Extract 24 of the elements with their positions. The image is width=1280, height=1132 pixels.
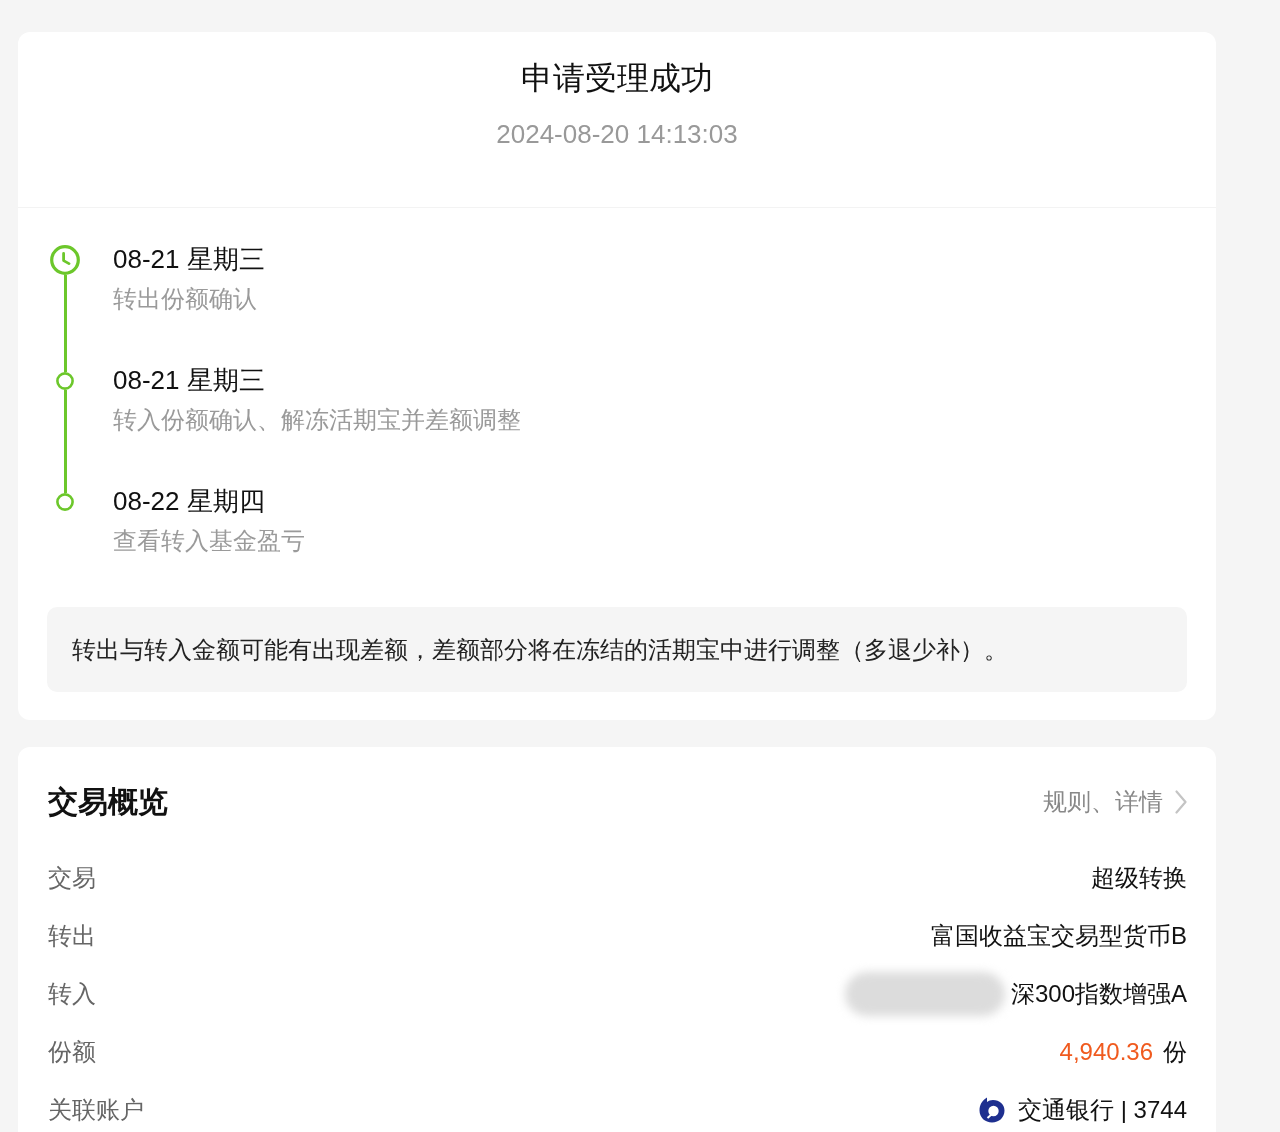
step-date: 08-21 星期三 [113,243,265,276]
status-title: 申请受理成功 [521,59,713,98]
section-title: 交易概览 [48,784,168,820]
linked-account: 交通银行 | 3744 [1018,1095,1187,1125]
field-label: 份额 [48,1037,96,1067]
rules-details-link[interactable]: 规则、详情 [1043,786,1187,818]
chevron-right-icon [1175,790,1187,814]
field-value: 富国收益宝交易型货币B [931,921,1187,951]
field-label: 转入 [48,979,96,1009]
field-label: 关联账户 [48,1095,144,1125]
step-date: 08-22 星期四 [113,485,266,518]
field-value: 深300指数增强A [1010,979,1187,1009]
bank-logo-icon [978,1096,1007,1124]
notice-text: 转出与转入金额可能有出现差额，差额部分将在冻结的活期宝中进行调整（多退少补）。 [72,634,1008,665]
field-value: 超级转换 [1091,863,1187,893]
field-label: 交易 [48,863,96,893]
timestamp: 2024-08-20 14:13:03 [496,118,738,151]
share-amount: 4,940.36 [1059,1037,1153,1067]
step-description: 转出份额确认 [113,284,258,314]
step-description: 转入份额确认、解冻活期宝并差额调整 [113,405,521,435]
step-description: 查看转入基金盈亏 [113,526,305,556]
unit-label: 份 [1163,1037,1187,1067]
field-label: 转出 [48,921,96,951]
step-date: 08-21 星期三 [113,364,266,397]
